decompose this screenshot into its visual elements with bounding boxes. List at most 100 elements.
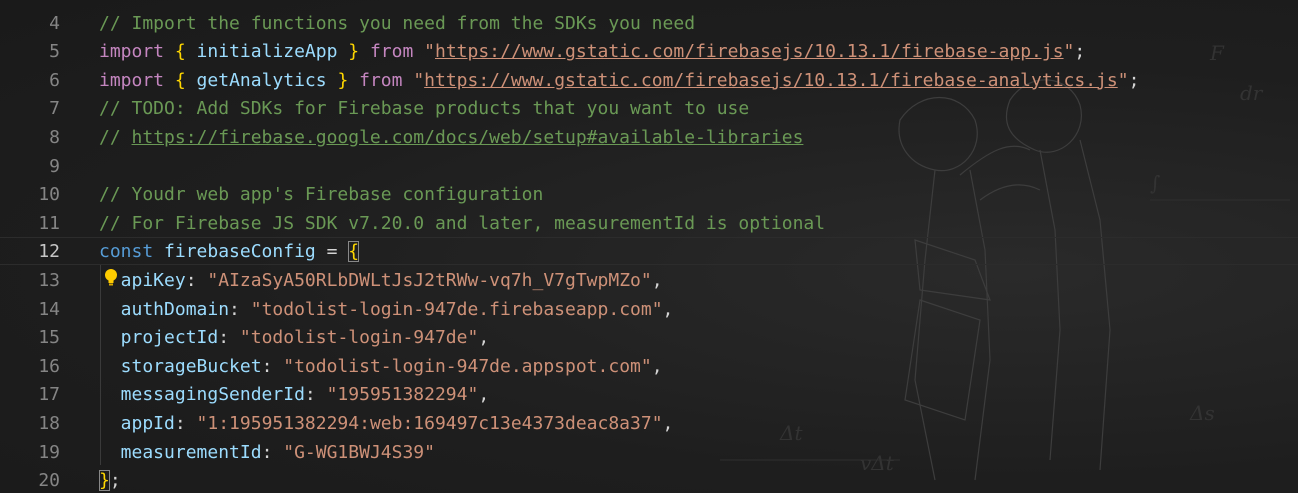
code-token: "todolist-login-947de.firebaseapp.com" [250,298,663,320]
code-token: "AIzaSyA50RLbDWLtJsJ2tRWw-vq7h_V7gTwpMZo… [207,269,652,291]
code-token: " [413,69,425,91]
code-line[interactable]: 16 storageBucket: "todolist-login-947de.… [0,353,1298,382]
line-code[interactable]: }; [99,467,121,493]
code-token: " [1063,41,1075,63]
line-number: 18 [38,412,60,434]
code-token: // Youdr web app's Firebase configuratio… [99,184,544,206]
code-token: : [174,412,197,434]
line-number: 4 [49,12,60,34]
code-token: "todolist-login-947de.appspot.com" [283,355,652,377]
code-line[interactable]: 11 // For Firebase JS SDK v7.20.0 and lat… [0,210,1298,239]
code-line[interactable]: 18 appId: "1:195951382294:web:169497c13e… [0,410,1298,439]
code-token: } [99,470,110,492]
code-line[interactable]: 20}; [0,467,1298,493]
line-code[interactable]: // For Firebase JS SDK v7.20.0 and later… [99,210,825,239]
line-number: 8 [49,126,60,148]
code-token: projectId [99,327,219,349]
code-line[interactable]: 17 messagingSenderId: "195951382294", [0,381,1298,410]
line-code[interactable]: // Import the functions you need from th… [99,10,695,39]
code-token: : [185,269,208,291]
line-number: 10 [38,184,60,206]
code-token: { [174,41,186,63]
code-line[interactable]: 7 // TODO: Add SDKs for Firebase products… [0,95,1298,124]
code-token: , [662,412,674,434]
code-token[interactable]: https://firebase.google.com/docs/web/set… [132,127,804,148]
line-number: 14 [38,298,60,320]
code-token: // For Firebase JS SDK v7.20.0 and later… [99,212,826,234]
line-number: 16 [38,355,60,377]
code-token: "todolist-login-947de" [239,327,479,349]
code-line[interactable]: 8 // https://firebase.google.com/docs/web… [0,124,1298,153]
code-token: : [229,298,251,320]
code-token: : [218,327,240,349]
line-code[interactable]: projectId: "todolist-login-947de", [99,324,490,353]
code-editor[interactable]: ∫ F dr Δt Δs vΔt 4// Import the function… [0,0,1298,493]
code-token: , [478,327,490,349]
code-token: import [99,41,165,63]
code-token: "1:195951382294:web:169497c13e4373deac8a… [196,412,663,434]
code-line[interactable]: 6 import { getAnalytics } from "https://w… [0,67,1298,96]
code-line[interactable]: 10 // Youdr web app's Firebase configurat… [0,181,1298,210]
code-token: } [348,41,360,63]
code-token: firebaseConfig [153,241,316,263]
code-token: } [337,69,349,91]
code-token: from [348,69,414,91]
code-token: appId [99,412,175,434]
line-code[interactable]: import { initializeApp } from "https://w… [99,38,1085,67]
code-token: : [261,441,284,463]
line-code[interactable]: // https://firebase.google.com/docs/web/… [99,124,803,153]
code-token: , [478,384,490,406]
code-token: , [651,269,663,291]
line-number: 15 [38,327,60,349]
code-line[interactable]: 14 authDomain: "todolist-login-947de.fir… [0,296,1298,325]
code-token: { [348,241,360,263]
line-code[interactable]: apiKey: "AIzaSyA50RLbDWLtJsJ2tRWw-vq7h_V… [99,267,663,296]
code-token: ; [1128,69,1140,91]
code-token: "195951382294" [326,384,479,406]
code-token: " [424,41,435,63]
code-token: , [662,298,674,320]
code-line[interactable]: 13 apiKey: "AIzaSyA50RLbDWLtJsJ2tRWw-vq7… [0,267,1298,296]
code-token: " [1117,69,1129,91]
line-code[interactable]: measurementId: "G-WG1BWJ4S39" [99,439,435,468]
code-token: authDomain [99,298,230,320]
code-line[interactable]: 4 // Import the functions you need from t… [0,10,1298,39]
line-number: 11 [38,212,60,234]
line-number: 12 [38,241,60,263]
code-token[interactable]: https://www.gstatic.com/firebasejs/10.13… [424,70,1118,91]
line-code[interactable]: import { getAnalytics } from "https://ww… [99,67,1139,96]
line-number: 19 [38,441,60,463]
line-number: 5 [49,41,60,63]
code-token: , [651,355,663,377]
line-code[interactable]: // TODO: Add SDKs for Firebase products … [99,95,749,124]
line-code[interactable]: // Youdr web app's Firebase configuratio… [99,181,543,210]
line-code[interactable]: messagingSenderId: "195951382294", [99,381,489,410]
code-token: ; [1074,41,1086,63]
code-token: messagingSenderId [99,384,305,406]
code-token: from [359,41,425,63]
code-token: storageBucket [99,355,262,377]
code-line[interactable]: 15 projectId: "todolist-login-947de", [0,324,1298,353]
line-number: 9 [49,155,60,177]
code-token: getAnalytics [185,69,338,91]
line-code[interactable]: const firebaseConfig = { [99,238,360,267]
code-line[interactable]: 19 measurementId: "G-WG1BWJ4S39" [0,439,1298,468]
code-line[interactable]: 5 import { initializeApp } from "https://… [0,38,1298,67]
code-line[interactable]: 12 const firebaseConfig = { [0,238,1298,267]
code-token: { [174,69,186,91]
code-token: : [304,384,327,406]
line-code[interactable]: appId: "1:195951382294:web:169497c13e437… [99,410,674,439]
lightbulb-icon[interactable] [104,268,118,288]
line-code[interactable]: authDomain: "todolist-login-947de.fireba… [99,296,674,325]
code-token: "G-WG1BWJ4S39" [283,441,435,463]
line-code[interactable]: storageBucket: "todolist-login-947de.app… [99,353,663,382]
code-token: initializeApp [185,41,349,63]
line-number: 20 [38,470,60,492]
code-token: : [261,355,284,377]
code-token[interactable]: https://www.gstatic.com/firebasejs/10.13… [435,41,1064,62]
code-token: const [99,241,154,263]
code-token: // Import the functions you need from th… [99,12,696,34]
code-line[interactable]: 9 [0,153,1298,182]
line-number: 17 [38,384,60,406]
